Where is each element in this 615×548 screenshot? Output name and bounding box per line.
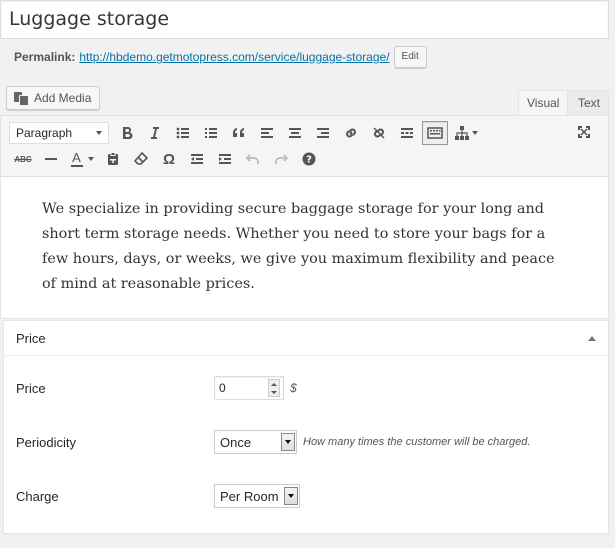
permalink-bar: Permalink: http://hbdemo.getmotopress.co…	[14, 46, 427, 68]
media-icon	[13, 90, 29, 106]
text-color-label: A	[72, 149, 81, 165]
undo-icon[interactable]	[239, 146, 267, 172]
redo-icon[interactable]	[267, 146, 295, 172]
align-right-icon[interactable]	[309, 120, 337, 146]
editor-toolbar: Paragraph ABC A Ω ?	[1, 116, 608, 177]
read-more-icon[interactable]	[393, 120, 421, 146]
strikethrough-icon[interactable]: ABC	[9, 146, 37, 172]
stepper-icon[interactable]	[268, 379, 280, 397]
tab-visual[interactable]: Visual	[518, 90, 569, 115]
periodicity-row: Periodicity Once How many times the cust…	[16, 430, 530, 454]
content-editor: Paragraph ABC A Ω ? We specialize in pro…	[0, 115, 609, 319]
clear-formatting-icon[interactable]	[127, 146, 155, 172]
add-media-button[interactable]: Add Media	[6, 86, 101, 110]
help-icon[interactable]: ?	[295, 146, 323, 172]
chevron-down-icon	[284, 487, 298, 505]
toolbar-row-2: ABC A Ω ?	[9, 146, 323, 172]
strikethrough-label: ABC	[14, 154, 32, 164]
periodicity-label: Periodicity	[16, 434, 76, 450]
unlink-icon[interactable]	[365, 120, 393, 146]
price-label: Price	[16, 380, 46, 396]
price-metabox-title: Price	[16, 330, 46, 346]
price-metabox: Price Price 0 $ Periodicity Once How man…	[3, 320, 609, 534]
bullet-list-icon[interactable]	[169, 120, 197, 146]
chevron-down-icon	[281, 433, 295, 451]
numbered-list-icon[interactable]	[197, 120, 225, 146]
horizontal-line-icon[interactable]	[37, 146, 65, 172]
blockquote-icon[interactable]	[225, 120, 253, 146]
omega-label: Ω	[162, 150, 176, 168]
toolbar-toggle-icon[interactable]	[422, 121, 448, 145]
text-color-icon[interactable]: A	[65, 146, 99, 172]
tab-text[interactable]: Text	[569, 90, 609, 115]
post-title-input[interactable]: Luggage storage	[0, 0, 609, 39]
charge-value: Per Room	[220, 488, 279, 504]
price-row: Price 0 $	[16, 376, 297, 400]
charge-label: Charge	[16, 488, 59, 504]
periodicity-value: Once	[220, 434, 252, 450]
price-metabox-header[interactable]: Price	[4, 321, 608, 356]
collapse-arrow-icon[interactable]	[588, 335, 596, 341]
chevron-down-icon	[472, 131, 478, 135]
align-center-icon[interactable]	[281, 120, 309, 146]
chevron-down-icon	[96, 131, 102, 135]
format-select[interactable]: Paragraph	[9, 122, 109, 144]
price-input-value: 0	[219, 381, 226, 395]
sitemap-icon[interactable]	[449, 120, 483, 146]
add-media-label: Add Media	[34, 91, 92, 105]
periodicity-select[interactable]: Once	[214, 430, 297, 454]
special-character-icon[interactable]: Ω	[155, 146, 183, 172]
italic-icon[interactable]	[141, 120, 169, 146]
toolbar-row-1: Paragraph	[9, 120, 483, 146]
indent-icon[interactable]	[211, 146, 239, 172]
paste-text-icon[interactable]	[99, 146, 127, 172]
charge-row: Charge Per Room	[16, 484, 300, 508]
periodicity-description: How many times the customer will be char…	[303, 436, 531, 448]
editor-content[interactable]: We specialize in providing secure baggag…	[1, 177, 608, 297]
format-select-value: Paragraph	[16, 126, 73, 140]
svg-text:?: ?	[306, 155, 312, 166]
align-left-icon[interactable]	[253, 120, 281, 146]
fullscreen-icon[interactable]	[576, 124, 594, 142]
charge-select[interactable]: Per Room	[214, 484, 300, 508]
bold-icon[interactable]	[113, 120, 141, 146]
chevron-down-icon	[87, 157, 94, 161]
permalink-label: Permalink:	[14, 50, 76, 64]
permalink-edit-button[interactable]: Edit	[393, 46, 427, 68]
price-input[interactable]: 0	[214, 376, 284, 400]
outdent-icon[interactable]	[183, 146, 211, 172]
currency-symbol: $	[290, 381, 297, 395]
link-icon[interactable]	[337, 120, 365, 146]
permalink-url[interactable]: http://hbdemo.getmotopress.com/service/l…	[79, 50, 389, 64]
